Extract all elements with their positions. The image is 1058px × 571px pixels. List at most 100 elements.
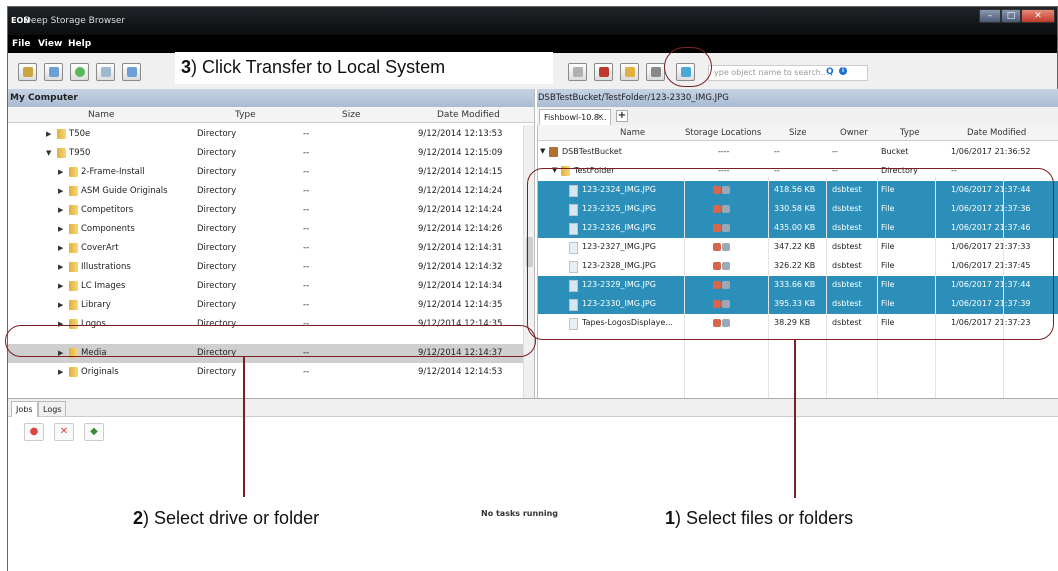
tab-logs[interactable]: Logs xyxy=(38,401,67,417)
col-date-modified[interactable]: Date Modified xyxy=(967,128,1026,138)
local-row[interactable]: ▶ Library Directory -- 9/12/2014 12:14:35 xyxy=(8,296,523,315)
bucket-button[interactable] xyxy=(594,63,613,81)
local-row[interactable]: ▶ T50e Directory -- 9/12/2014 12:13:53 xyxy=(8,125,523,144)
cancel-icon[interactable]: ✕ xyxy=(54,423,74,441)
local-row[interactable]: ▶ Components Directory -- 9/12/2014 12:14:26 xyxy=(8,220,523,239)
local-row-size: -- xyxy=(303,281,310,291)
home-button[interactable] xyxy=(44,63,63,81)
stop-icon[interactable]: ● xyxy=(24,423,44,441)
remote-tabstrip: Fishbowl-10.8... × + xyxy=(537,107,1058,125)
local-row-name: Illustrations xyxy=(81,262,131,272)
edit-button[interactable] xyxy=(122,63,141,81)
list-button[interactable] xyxy=(646,63,665,81)
col-owner[interactable]: Owner xyxy=(840,128,868,138)
expand-icon[interactable]: ▶ xyxy=(58,225,63,233)
step1-instruction: 1) Select files or folders xyxy=(665,508,854,528)
step2-instruction: 2) Select drive or folder xyxy=(133,508,320,528)
tab-jobs[interactable]: Jobs xyxy=(11,401,38,417)
col-date-modified[interactable]: Date Modified xyxy=(437,110,500,120)
maximize-button[interactable]: □ xyxy=(1001,9,1021,23)
jobs-panel: Jobs Logs ● ✕ ◆ No tasks running xyxy=(8,398,1058,571)
transfer-button-callout xyxy=(664,47,712,87)
local-row[interactable]: ▶ LC Images Directory -- 9/12/2014 12:14:34 xyxy=(8,277,523,296)
remote-table-header: Name Storage Locations Size Owner Type D… xyxy=(538,125,1058,141)
local-row[interactable]: ▶ Illustrations Directory -- 9/12/2014 12:14… xyxy=(8,258,523,277)
local-row-size: -- xyxy=(303,300,310,310)
folder-button[interactable] xyxy=(620,63,639,81)
local-row-type: Directory xyxy=(197,281,237,291)
close-button[interactable]: ✕ xyxy=(1021,9,1055,23)
folder-icon xyxy=(625,67,635,77)
expand-icon[interactable]: ▶ xyxy=(58,244,63,252)
expand-icon[interactable]: ▶ xyxy=(58,301,63,309)
local-row-size: -- xyxy=(303,205,310,215)
col-type[interactable]: Type xyxy=(235,110,256,120)
local-row-size: -- xyxy=(303,224,310,234)
local-row-size: -- xyxy=(303,262,310,272)
up-level-button[interactable] xyxy=(18,63,37,81)
remote-row-storage: ---- xyxy=(718,147,730,156)
local-row[interactable]: ▶ 2-Frame-Install Directory -- 9/12/2014 12:… xyxy=(8,163,523,182)
local-row-date: 9/12/2014 12:14:24 xyxy=(418,186,503,196)
col-type[interactable]: Type xyxy=(900,128,920,138)
local-row-type: Directory xyxy=(197,129,237,139)
minimize-button[interactable]: – xyxy=(979,9,1001,23)
expand-icon[interactable]: ▶ xyxy=(58,168,63,176)
col-name[interactable]: Name xyxy=(620,128,645,138)
folder-icon xyxy=(69,243,78,253)
local-row-type: Directory xyxy=(197,243,237,253)
col-name[interactable]: Name xyxy=(88,110,115,120)
local-row[interactable]: ▶ Competitors Directory -- 9/12/2014 12:14:2… xyxy=(8,201,523,220)
expand-icon[interactable]: ▶ xyxy=(58,282,63,290)
local-row-name: Library xyxy=(81,300,111,310)
local-row-type: Directory xyxy=(197,262,237,272)
local-row-date: 9/12/2014 12:14:32 xyxy=(418,262,503,272)
help-icon[interactable]: i xyxy=(839,67,847,75)
tab-close-icon[interactable]: × xyxy=(597,112,604,121)
local-row-name: 2-Frame-Install xyxy=(81,167,145,177)
menu-view[interactable]: View xyxy=(38,39,62,49)
delete-button[interactable] xyxy=(568,63,587,81)
expand-icon[interactable]: ▶ xyxy=(58,263,63,271)
local-row[interactable]: ▶ Originals Directory -- 9/12/2014 12:14:53 xyxy=(8,363,523,382)
local-row-size: -- xyxy=(303,186,310,196)
remote-row-name: DSBTestBucket xyxy=(562,147,622,156)
list-icon xyxy=(651,67,661,77)
remote-row-type: Bucket xyxy=(881,147,909,156)
local-row-type: Directory xyxy=(197,186,237,196)
local-row-size: -- xyxy=(303,148,310,158)
folder-icon xyxy=(69,224,78,234)
folder-icon xyxy=(69,281,78,291)
expand-icon[interactable]: ▶ xyxy=(58,206,63,214)
local-row-name: LC Images xyxy=(81,281,126,291)
col-size[interactable]: Size xyxy=(342,110,360,120)
col-size[interactable]: Size xyxy=(789,128,806,138)
menu-file[interactable]: File xyxy=(12,39,30,49)
refresh-button[interactable] xyxy=(70,63,89,81)
add-tab-button[interactable]: + xyxy=(616,110,628,122)
local-row[interactable]: ▶ CoverArt Directory -- 9/12/2014 12:14:31 xyxy=(8,239,523,258)
folder-icon xyxy=(69,167,78,177)
expand-icon[interactable]: ▶ xyxy=(58,187,63,195)
local-pane-title: My Computer xyxy=(8,89,534,107)
menu-help[interactable]: Help xyxy=(68,39,91,49)
collapse-icon[interactable]: ▼ xyxy=(46,149,51,157)
collapse-icon[interactable]: ▼ xyxy=(540,147,545,155)
tab-fishbowl[interactable]: Fishbowl-10.8... × xyxy=(539,109,611,125)
new-folder-button[interactable] xyxy=(96,63,115,81)
expand-icon[interactable]: ▶ xyxy=(46,130,51,138)
local-table-header: Name Type Size Date Modified xyxy=(8,107,534,123)
local-row-name: T950 xyxy=(69,148,91,158)
local-row-type: Directory xyxy=(197,148,237,158)
search-icon[interactable]: Q xyxy=(826,67,834,77)
remote-row[interactable]: ▼ DSBTestBucket ---- -- -- Bucket 1/06/2017 21… xyxy=(538,143,1058,162)
local-row[interactable]: ▼ T950 Directory -- 9/12/2014 12:15:09 xyxy=(8,144,523,163)
local-row-type: Directory xyxy=(197,205,237,215)
local-row-name: Competitors xyxy=(81,205,134,215)
expand-icon[interactable]: ▶ xyxy=(58,368,63,376)
local-row[interactable]: ▶ ASM Guide Originals Directory -- 9/12/2014… xyxy=(8,182,523,201)
transfer-job-icon[interactable]: ◆ xyxy=(84,423,104,441)
refresh-icon xyxy=(75,67,85,77)
edit-icon xyxy=(127,67,137,77)
col-storage-locations[interactable]: Storage Locations xyxy=(685,128,761,138)
